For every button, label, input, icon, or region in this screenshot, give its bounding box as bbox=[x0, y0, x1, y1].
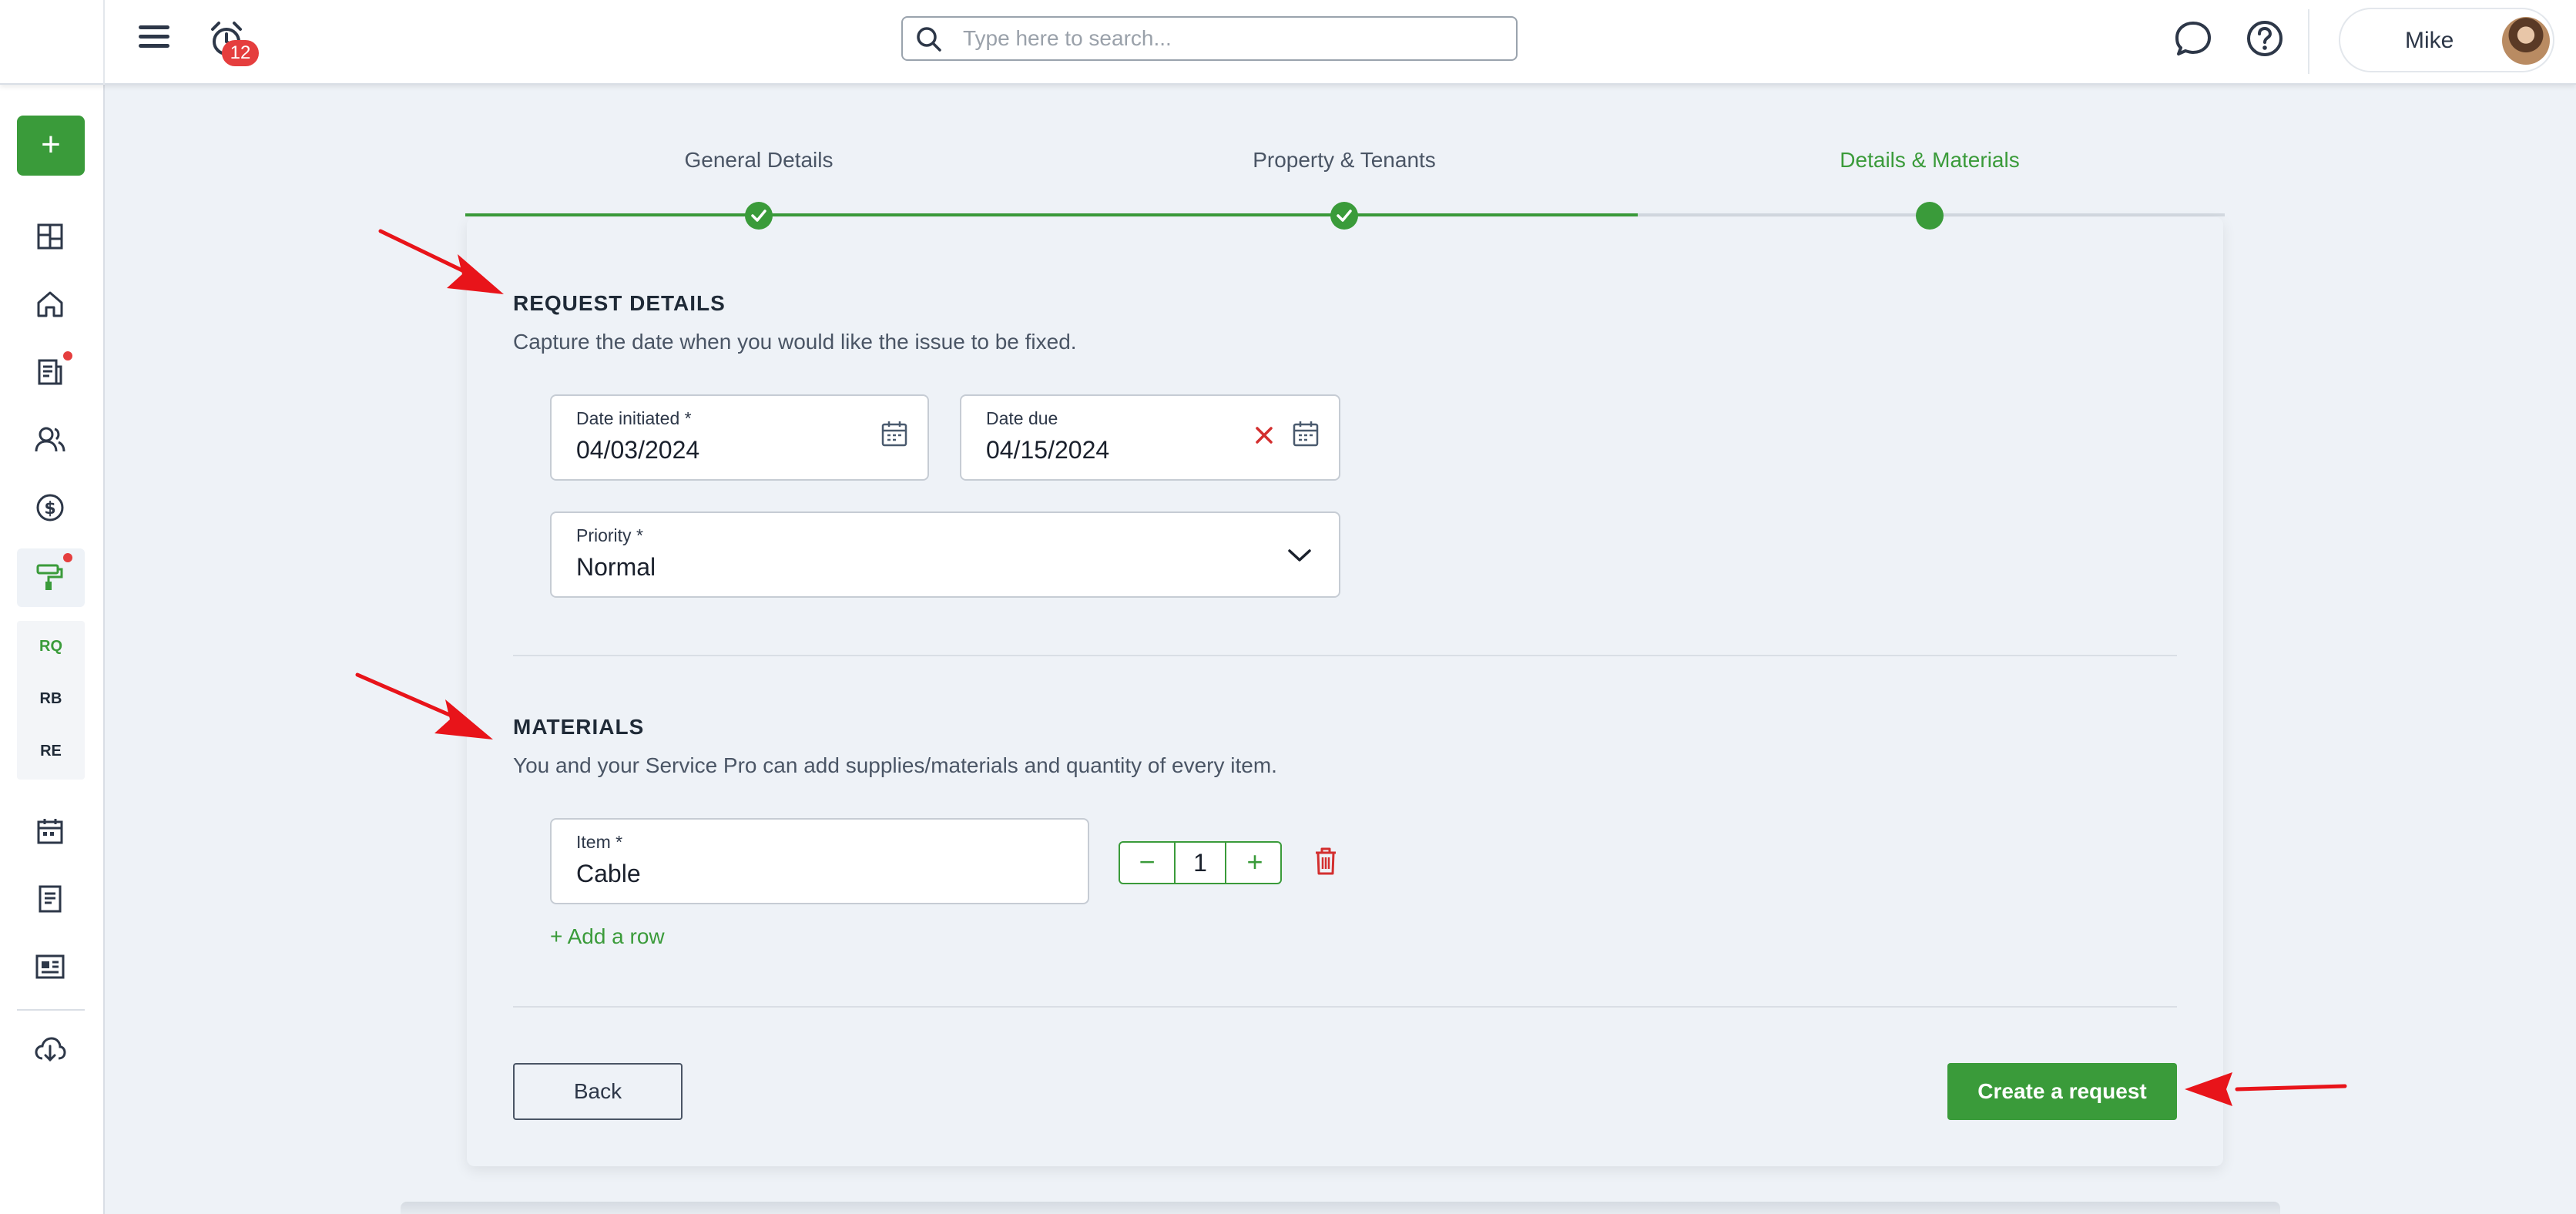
item-value: Cable bbox=[576, 860, 641, 887]
date-initiated-label: Date initiated * bbox=[576, 408, 692, 428]
paint-roller-icon[interactable] bbox=[29, 556, 71, 598]
section-divider bbox=[513, 655, 2177, 656]
svg-text:$: $ bbox=[44, 499, 55, 518]
notification-dot bbox=[63, 351, 72, 361]
add-button[interactable]: + bbox=[17, 116, 85, 176]
chat-icon[interactable] bbox=[2172, 18, 2214, 64]
calendar-icon[interactable] bbox=[29, 810, 71, 852]
quantity-value[interactable]: 1 bbox=[1174, 843, 1226, 883]
user-name: Mike bbox=[2405, 28, 2454, 53]
user-menu[interactable]: Mike bbox=[2339, 8, 2554, 72]
search-bar[interactable] bbox=[901, 16, 1518, 61]
date-due-value: 04/15/2024 bbox=[986, 436, 1110, 464]
decrement-button[interactable]: − bbox=[1120, 843, 1174, 883]
item-label: Item * bbox=[576, 832, 623, 852]
submenu-item-re[interactable]: RE bbox=[17, 743, 85, 760]
back-button[interactable]: Back bbox=[513, 1063, 683, 1120]
request-details-description: Capture the date when you would like the… bbox=[513, 330, 1077, 354]
priority-value: Normal bbox=[576, 553, 656, 581]
chevron-down-icon[interactable] bbox=[1286, 547, 1313, 568]
increment-button[interactable]: + bbox=[1228, 843, 1282, 883]
submenu-item-rb[interactable]: RB bbox=[17, 690, 85, 708]
step-general-details[interactable]: General Details bbox=[685, 148, 834, 173]
calendar-icon[interactable] bbox=[1291, 419, 1320, 452]
form-card bbox=[467, 217, 2223, 1166]
create-request-button[interactable]: Create a request bbox=[1947, 1063, 2177, 1120]
page-bottom-edge bbox=[401, 1202, 2280, 1214]
submenu-item-rq[interactable]: RQ bbox=[17, 638, 85, 656]
logo-area bbox=[0, 0, 105, 85]
trash-icon[interactable] bbox=[1313, 846, 1339, 880]
step-complete-check-icon bbox=[745, 202, 773, 230]
priority-label: Priority * bbox=[576, 525, 643, 545]
request-details-title: REQUEST DETAILS bbox=[513, 291, 726, 315]
download-icon[interactable] bbox=[29, 1029, 71, 1071]
priority-select[interactable]: Priority * Normal bbox=[550, 511, 1340, 598]
section-divider bbox=[513, 1006, 2177, 1008]
sidebar-divider bbox=[17, 1009, 85, 1011]
step-property-tenants[interactable]: Property & Tenants bbox=[1253, 148, 1436, 173]
search-icon bbox=[915, 25, 943, 57]
materials-title: MATERIALS bbox=[513, 715, 645, 739]
top-bar: 12 Mike bbox=[0, 0, 2576, 85]
date-due-field[interactable]: Date due 04/15/2024 bbox=[960, 394, 1340, 481]
people-icon[interactable] bbox=[29, 419, 71, 461]
sidebar: + $ RQ RB RE bbox=[0, 85, 105, 1214]
date-initiated-field[interactable]: Date initiated * 04/03/2024 bbox=[550, 394, 929, 481]
dollar-icon[interactable]: $ bbox=[29, 487, 71, 528]
avatar bbox=[2502, 17, 2550, 65]
step-active-dot bbox=[1916, 202, 1944, 230]
stepper-progress bbox=[465, 213, 1638, 216]
step-complete-check-icon bbox=[1330, 202, 1358, 230]
search-input[interactable] bbox=[963, 24, 1502, 53]
materials-description: You and your Service Pro can add supplie… bbox=[513, 753, 1277, 777]
clear-date-icon[interactable] bbox=[1253, 424, 1276, 451]
notification-badge: 12 bbox=[222, 40, 259, 66]
dashboard-icon[interactable] bbox=[29, 216, 71, 257]
add-row-link[interactable]: + Add a row bbox=[550, 924, 665, 949]
divider bbox=[2308, 9, 2309, 74]
step-details-materials[interactable]: Details & Materials bbox=[1840, 148, 2019, 173]
item-field[interactable]: Item * Cable bbox=[550, 818, 1089, 904]
id-card-icon[interactable] bbox=[29, 946, 71, 988]
notes-icon[interactable] bbox=[29, 878, 71, 920]
menu-icon[interactable] bbox=[139, 22, 173, 55]
date-initiated-value: 04/03/2024 bbox=[576, 436, 700, 464]
notification-dot bbox=[63, 553, 72, 562]
date-due-label: Date due bbox=[986, 408, 1058, 428]
help-icon[interactable] bbox=[2245, 18, 2285, 62]
calendar-icon[interactable] bbox=[880, 419, 909, 452]
home-icon[interactable] bbox=[29, 283, 71, 325]
quantity-stepper: − 1 + bbox=[1119, 841, 1282, 884]
